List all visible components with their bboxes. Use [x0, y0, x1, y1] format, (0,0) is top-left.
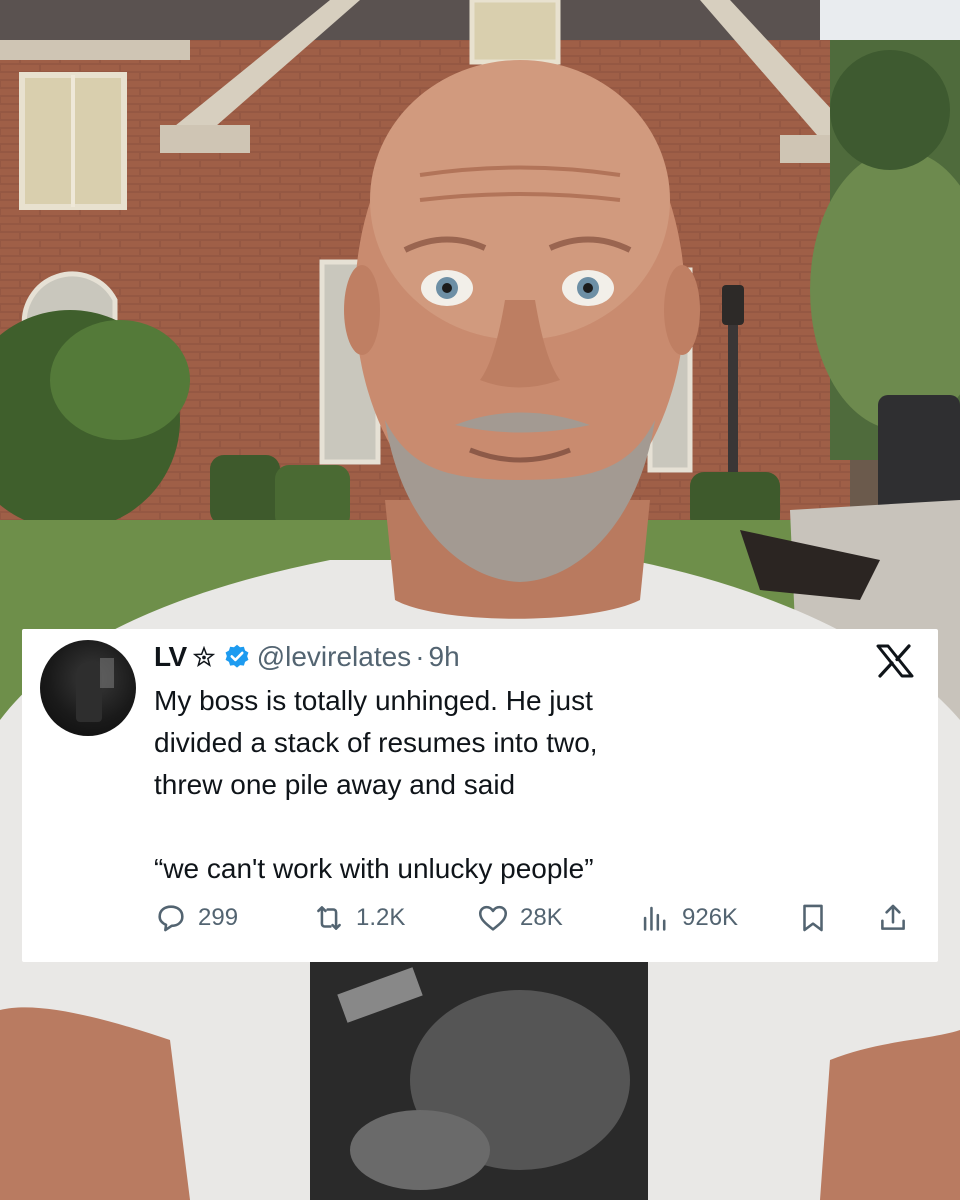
avatar[interactable]: [40, 640, 136, 736]
tweet-line: My boss is totally unhinged. He just: [154, 685, 593, 716]
views-count: 926K: [682, 904, 739, 931]
repost-count: 1.2K: [356, 904, 406, 931]
views-icon: [643, 906, 666, 931]
views-button[interactable]: 926K: [638, 898, 738, 938]
x-logo-icon: [876, 644, 914, 678]
display-name[interactable]: LV: [154, 641, 187, 673]
tweet-text: My boss is totally unhinged. He just div…: [154, 680, 874, 890]
separator: ·: [415, 641, 425, 672]
bookmark-icon: [803, 904, 823, 932]
repost-button[interactable]: 1.2K: [312, 898, 405, 938]
tweet-quote: “we can't work with unlucky people”: [154, 853, 594, 884]
like-button[interactable]: 28K: [476, 898, 563, 938]
tweet-line: divided a stack of resumes into two,: [154, 727, 598, 758]
share-button[interactable]: [876, 898, 910, 938]
like-count: 28K: [520, 904, 563, 931]
reply-icon: [158, 905, 184, 932]
bookmark-button[interactable]: [796, 898, 830, 938]
background-photo: [0, 0, 960, 1200]
tweet-header: LV @levirelates · 9h: [154, 640, 460, 674]
like-icon: [478, 905, 508, 931]
verified-badge-icon: [225, 644, 249, 668]
star-icon: [192, 646, 215, 667]
tweet-actions: 299 1.2K 28K 926K: [154, 898, 914, 938]
reply-count: 299: [198, 904, 239, 931]
tweet-line: threw one pile away and said: [154, 769, 516, 800]
reply-button[interactable]: 299: [154, 898, 238, 938]
share-icon: [881, 904, 905, 930]
timestamp[interactable]: 9h: [429, 641, 460, 673]
handle[interactable]: @levirelates: [257, 641, 411, 673]
repost-icon: [317, 906, 341, 930]
